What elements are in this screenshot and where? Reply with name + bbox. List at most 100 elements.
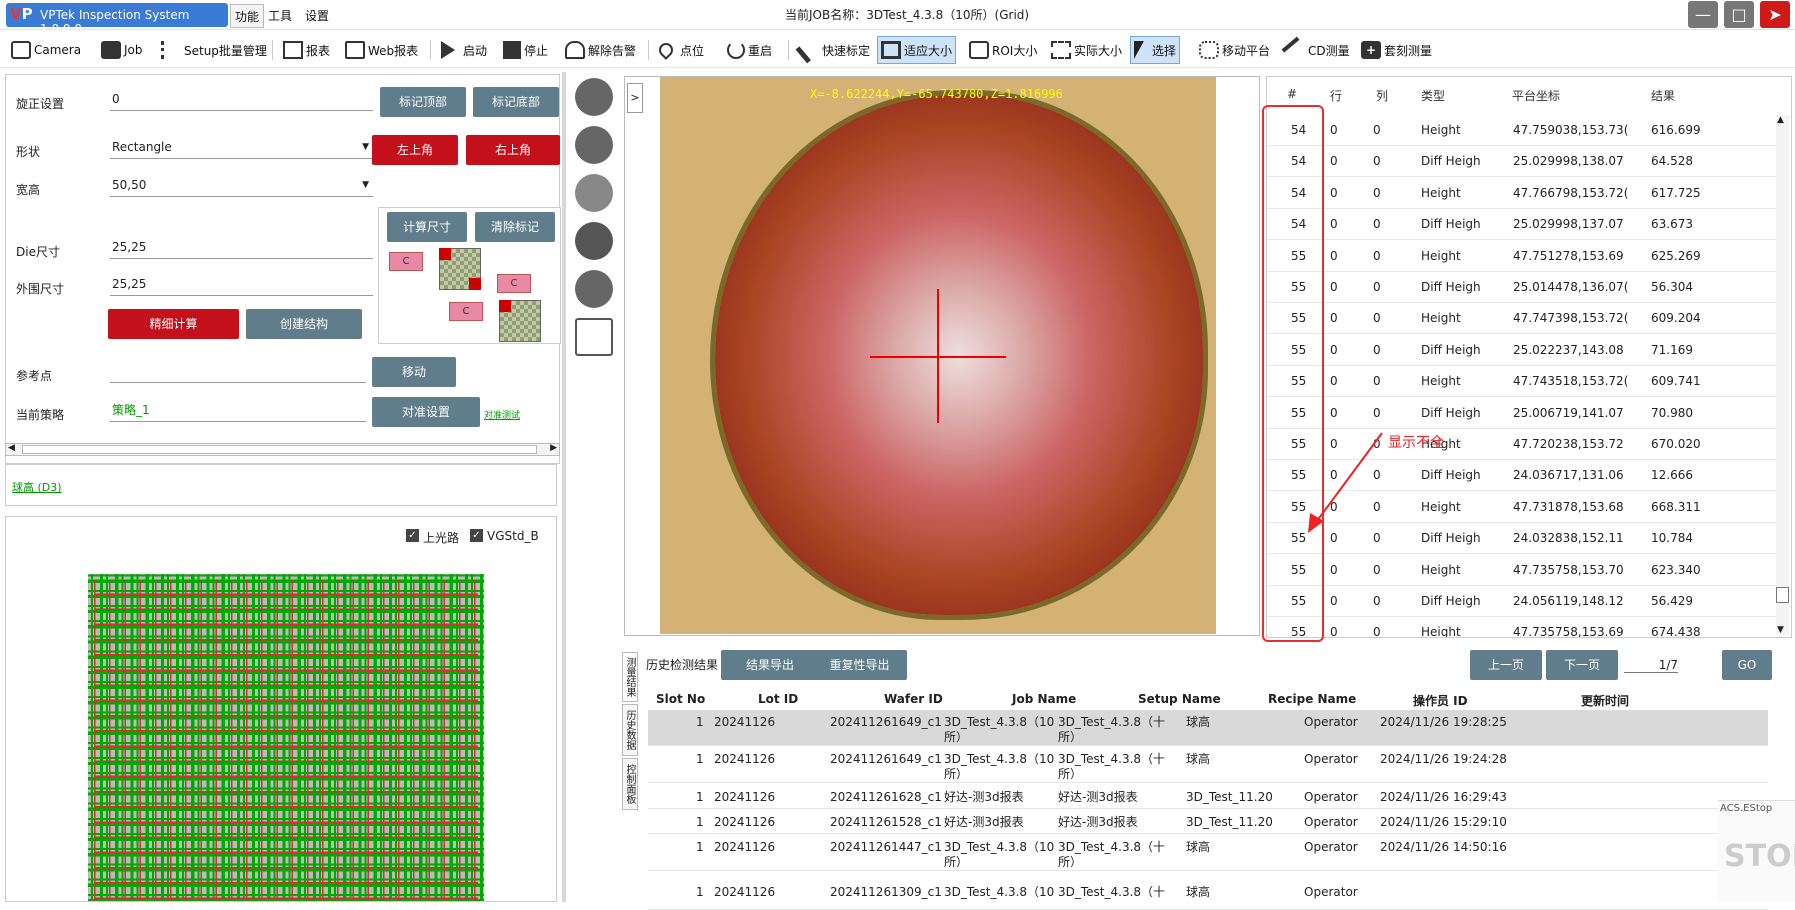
reference-point-input[interactable] xyxy=(110,361,366,383)
result-row[interactable]: 55 0 0 Height 47.747398,153.72(609.204 xyxy=(1267,303,1777,335)
result-cell: 25.029998,137.07 xyxy=(1513,217,1624,232)
roi-size-button[interactable]: ROI大小 xyxy=(966,36,1040,64)
menu-function[interactable]: 功能 xyxy=(230,4,265,28)
arrow-left-icon[interactable]: ◀ xyxy=(8,443,15,453)
arrow-right-icon[interactable]: ▶ xyxy=(550,443,557,453)
mark-top-button[interactable]: 标记顶部 xyxy=(380,87,466,117)
die-corner-marker xyxy=(439,248,451,260)
result-row[interactable]: 55 0 0 Height 47.751278,153.69 625.269 xyxy=(1267,241,1777,272)
tab-measurement-result[interactable]: 测量结果 xyxy=(622,652,638,702)
top-right-button[interactable]: 右上角 xyxy=(466,135,560,165)
grid-icon[interactable] xyxy=(575,126,613,164)
fit-size-button[interactable]: 适应大小 xyxy=(877,36,957,64)
result-row[interactable]: 54 0 0 Height 47.766798,153.72(617.725 xyxy=(1267,178,1777,209)
top-left-button[interactable]: 左上角 xyxy=(372,135,458,165)
history-cell: 3D_Test_4.3.8（十所） xyxy=(1058,840,1166,869)
fine-calc-button[interactable]: 精细计算 xyxy=(108,309,239,339)
result-row[interactable]: 55 0 0 Height 47.735758,153.69 674.438 xyxy=(1267,617,1777,637)
menu-tools[interactable]: 工具 xyxy=(268,7,292,24)
checkbox-upper-light[interactable]: ✓ xyxy=(406,529,419,542)
image-viewer[interactable]: > X=-8.622244,Y=-65.743780,Z=1.816996 xyxy=(624,76,1260,636)
result-row[interactable]: 55 0 0 Height 47.743518,153.72(609.741 xyxy=(1267,366,1777,398)
export-results-button[interactable]: 结果导出 xyxy=(721,650,819,680)
prev-page-button[interactable]: 上一页 xyxy=(1470,650,1542,680)
checklist-icon xyxy=(161,41,181,59)
result-row[interactable]: 55 0 0 Diff Heigh 25.014478,136.07(56.304 xyxy=(1267,272,1777,303)
history-row[interactable]: 1 20241126 202411261628_c1 好达-测3d报表 好达-测3d报表… xyxy=(648,785,1768,809)
move-button[interactable]: 移动 xyxy=(372,357,456,387)
point-button[interactable]: 点位 xyxy=(656,36,707,64)
select-button[interactable]: 选择 xyxy=(1130,36,1181,64)
history-row[interactable]: 1 20241126 202411261649_c1 3D_Test_4.3.8（10… xyxy=(648,747,1768,783)
image-frame-icon[interactable] xyxy=(575,270,613,308)
grid-list-icon[interactable] xyxy=(575,174,613,212)
result-row[interactable]: 55 0 0 Diff Heigh 24.056119,148.12 56.429 xyxy=(1267,586,1777,617)
clear-mark-button[interactable]: 清除标记 xyxy=(475,212,555,242)
width-height-select[interactable]: 50,50 ▼ xyxy=(110,175,373,197)
actual-size-button[interactable]: 实际大小 xyxy=(1048,36,1125,64)
scroll-thumb[interactable] xyxy=(1776,587,1789,603)
checklist-icon[interactable] xyxy=(575,318,613,356)
clear-alarm-button[interactable]: 解除告警 xyxy=(562,36,639,64)
expand-panel-button[interactable]: > xyxy=(627,83,643,113)
overlay-measure-button[interactable]: + 套刻测量 xyxy=(1358,36,1435,64)
tab-history-data[interactable]: 历史数据 xyxy=(622,704,638,756)
scroll-thumb[interactable] xyxy=(22,445,537,454)
result-row[interactable]: 55 0 0 Diff Heigh 25.022237,143.08 71.169 xyxy=(1267,335,1777,366)
page-indicator[interactable]: 1/7 xyxy=(1624,658,1678,673)
align-test-link[interactable]: 对准测试 xyxy=(484,408,520,421)
go-button[interactable]: GO xyxy=(1722,650,1772,680)
mark-bottom-button[interactable]: 标记底部 xyxy=(473,87,559,117)
history-row[interactable]: 1 20241126 202411261309_c1 3D_Test_4.3.8（10… xyxy=(648,880,1768,910)
satellite-icon[interactable] xyxy=(575,222,613,260)
tab-control-panel[interactable]: 控制面板 xyxy=(622,758,638,810)
move-stage-button[interactable]: 移动平台 xyxy=(1196,36,1273,64)
height-map-image[interactable]: X=-8.622244,Y=-65.743780,Z=1.816996 xyxy=(660,77,1216,634)
report-button[interactable]: 报表 xyxy=(280,36,333,64)
result-row[interactable]: 54 0 0 Diff Heigh 25.029998,138.07 64.528 xyxy=(1267,146,1777,178)
horizontal-scrollbar[interactable]: ◀ ▶ xyxy=(5,443,560,456)
history-cell: 1 xyxy=(696,715,704,729)
panel-splitter[interactable] xyxy=(562,72,566,902)
history-row[interactable]: 1 20241126 202411261649_c1 3D_Test_4.3.8（10… xyxy=(648,710,1768,746)
result-row[interactable]: 54 0 0 Height 47.759038,153.73(616.699 xyxy=(1267,115,1777,146)
repeat-export-button[interactable]: 重复性导出 xyxy=(812,650,907,680)
wafer-die-map[interactable] xyxy=(88,574,484,901)
current-strategy-input[interactable]: 策略_1 xyxy=(110,400,366,422)
camera-capture-icon[interactable] xyxy=(575,78,613,116)
cd-measure-button[interactable]: CD测量 xyxy=(1281,36,1353,64)
create-structure-button[interactable]: 创建结构 xyxy=(246,309,362,339)
result-row[interactable]: 55 0 0 Diff Heigh 25.006719,141.07 70.980 xyxy=(1267,398,1777,429)
outer-size-input[interactable]: 25,25 xyxy=(110,274,373,296)
results-scrollbar[interactable]: ▲ ▼ xyxy=(1776,115,1789,635)
stop-watermark[interactable]: STOP xyxy=(1724,839,1795,874)
history-row[interactable]: 1 20241126 202411261528_c1 好达-测3d报表 好达-测3d报表… xyxy=(648,810,1768,834)
next-page-button[interactable]: 下一页 xyxy=(1546,650,1618,680)
result-row[interactable]: 55 0 0 Height 47.735758,153.70 623.340 xyxy=(1267,555,1777,586)
result-row[interactable]: 54 0 0 Diff Heigh 25.029998,137.07 63.673 xyxy=(1267,209,1777,241)
start-button[interactable]: 启动 xyxy=(438,36,490,64)
restart-button[interactable]: 重启 xyxy=(724,36,775,64)
maximize-button[interactable]: □ xyxy=(1724,1,1754,28)
rotation-input[interactable]: 0 xyxy=(110,89,373,111)
result-cell: 24.056119,148.12 xyxy=(1513,594,1624,608)
stop-button[interactable]: 停止 xyxy=(500,36,551,64)
setup-batch-button[interactable]: Setup批量管理 xyxy=(158,36,270,64)
camera-button[interactable]: Camera xyxy=(8,36,84,64)
align-settings-button[interactable]: 对准设置 xyxy=(372,397,480,427)
ball-height-link[interactable]: 球高 (D3) xyxy=(12,479,62,495)
history-row[interactable]: 1 20241126 202411261447_c1 3D_Test_4.3.8（10… xyxy=(648,835,1768,871)
job-button[interactable]: Job xyxy=(98,36,146,64)
quick-calibration-button[interactable]: 快速标定 xyxy=(795,36,873,64)
minimize-button[interactable]: — xyxy=(1688,1,1718,28)
calc-size-button[interactable]: 计算尺寸 xyxy=(387,212,467,242)
history-cell: Operator xyxy=(1304,752,1358,766)
shape-select[interactable]: Rectangle ▼ xyxy=(110,137,373,159)
arrow-up-icon[interactable]: ▲ xyxy=(1777,115,1784,125)
checkbox-vgstd[interactable]: ✓ xyxy=(470,529,483,542)
exit-button[interactable]: ➤ xyxy=(1760,1,1790,28)
web-report-button[interactable]: Web报表 xyxy=(342,36,421,64)
arrow-down-icon[interactable]: ▼ xyxy=(1777,625,1784,635)
menu-settings[interactable]: 设置 xyxy=(305,7,329,24)
die-size-input[interactable]: 25,25 xyxy=(110,237,373,259)
